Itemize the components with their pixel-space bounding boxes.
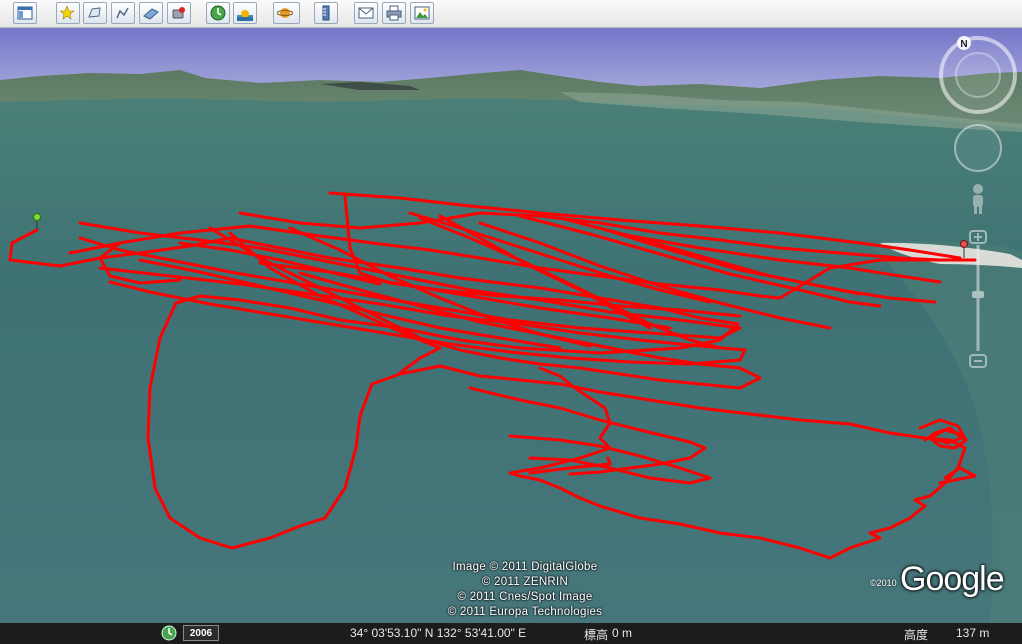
map-3d-view[interactable]: N Image © 2011 DigitalGlobe © 2011 ZENRI… bbox=[0, 28, 1022, 623]
earth-terrain bbox=[0, 28, 1022, 623]
save-image-icon bbox=[414, 6, 430, 20]
sunlight-button[interactable] bbox=[233, 2, 257, 24]
historical-imagery-button[interactable] bbox=[206, 2, 230, 24]
toolbar bbox=[0, 0, 1022, 28]
altitude-label: 高度 bbox=[904, 628, 929, 642]
email-icon bbox=[358, 7, 374, 19]
attribution-line: © 2011 Cnes/Spot Image bbox=[457, 591, 593, 603]
sidebar-toggle-button[interactable] bbox=[13, 2, 37, 24]
google-logo: ©2010 Google bbox=[870, 560, 1010, 600]
ruler-button[interactable] bbox=[314, 2, 338, 24]
move-joystick[interactable] bbox=[954, 124, 1002, 172]
add-image-overlay-button[interactable] bbox=[139, 2, 163, 24]
attribution-line: © 2011 ZENRIN bbox=[481, 576, 569, 588]
image-overlay-icon bbox=[143, 8, 159, 20]
record-tour-button[interactable] bbox=[167, 2, 191, 24]
navigation-controls: N bbox=[938, 33, 1018, 383]
status-bar: 2006 34° 03'53.10" N 132° 53'41.00" E 標高… bbox=[0, 623, 1022, 644]
elevation-label: 標高 bbox=[584, 628, 609, 642]
email-button[interactable] bbox=[354, 2, 378, 24]
add-polygon-button[interactable] bbox=[83, 2, 107, 24]
zoom-slider[interactable] bbox=[969, 230, 987, 368]
sun-icon bbox=[237, 10, 253, 21]
print-icon bbox=[386, 5, 402, 21]
add-placemark-button[interactable] bbox=[56, 2, 80, 24]
polygon-icon bbox=[88, 7, 101, 18]
attribution-line: Image © 2011 DigitalGlobe bbox=[452, 561, 598, 573]
look-joystick[interactable] bbox=[939, 36, 1017, 114]
add-path-button[interactable] bbox=[111, 2, 135, 24]
street-view-pegman-icon[interactable] bbox=[973, 184, 983, 214]
elevation-value: 0 m bbox=[612, 626, 633, 640]
historical-imagery-clock-icon[interactable] bbox=[161, 625, 177, 641]
placemark-icon bbox=[60, 5, 75, 20]
planet-icon bbox=[277, 8, 293, 18]
imagery-date: 2006 bbox=[183, 625, 219, 641]
path-icon bbox=[116, 7, 129, 19]
sidebar-icon bbox=[17, 6, 33, 20]
logo-text: Google bbox=[900, 560, 1005, 598]
north-indicator-icon[interactable]: N bbox=[957, 36, 971, 50]
north-label: N bbox=[960, 39, 967, 50]
imagery-attribution: Image © 2011 DigitalGlobe © 2011 ZENRIN … bbox=[400, 560, 650, 620]
save-image-button[interactable] bbox=[410, 2, 434, 24]
print-button[interactable] bbox=[382, 2, 406, 24]
logo-year: ©2010 bbox=[870, 578, 897, 588]
coordinates-readout: 34° 03'53.10" N 132° 53'41.00" E bbox=[350, 626, 527, 640]
clock-icon bbox=[210, 5, 226, 21]
record-tour-icon bbox=[172, 7, 185, 19]
altitude-value: 137 m bbox=[956, 626, 990, 640]
switch-planet-button[interactable] bbox=[273, 2, 300, 24]
ruler-icon bbox=[322, 5, 330, 21]
attribution-line: © 2011 Europa Technologies bbox=[447, 606, 603, 618]
